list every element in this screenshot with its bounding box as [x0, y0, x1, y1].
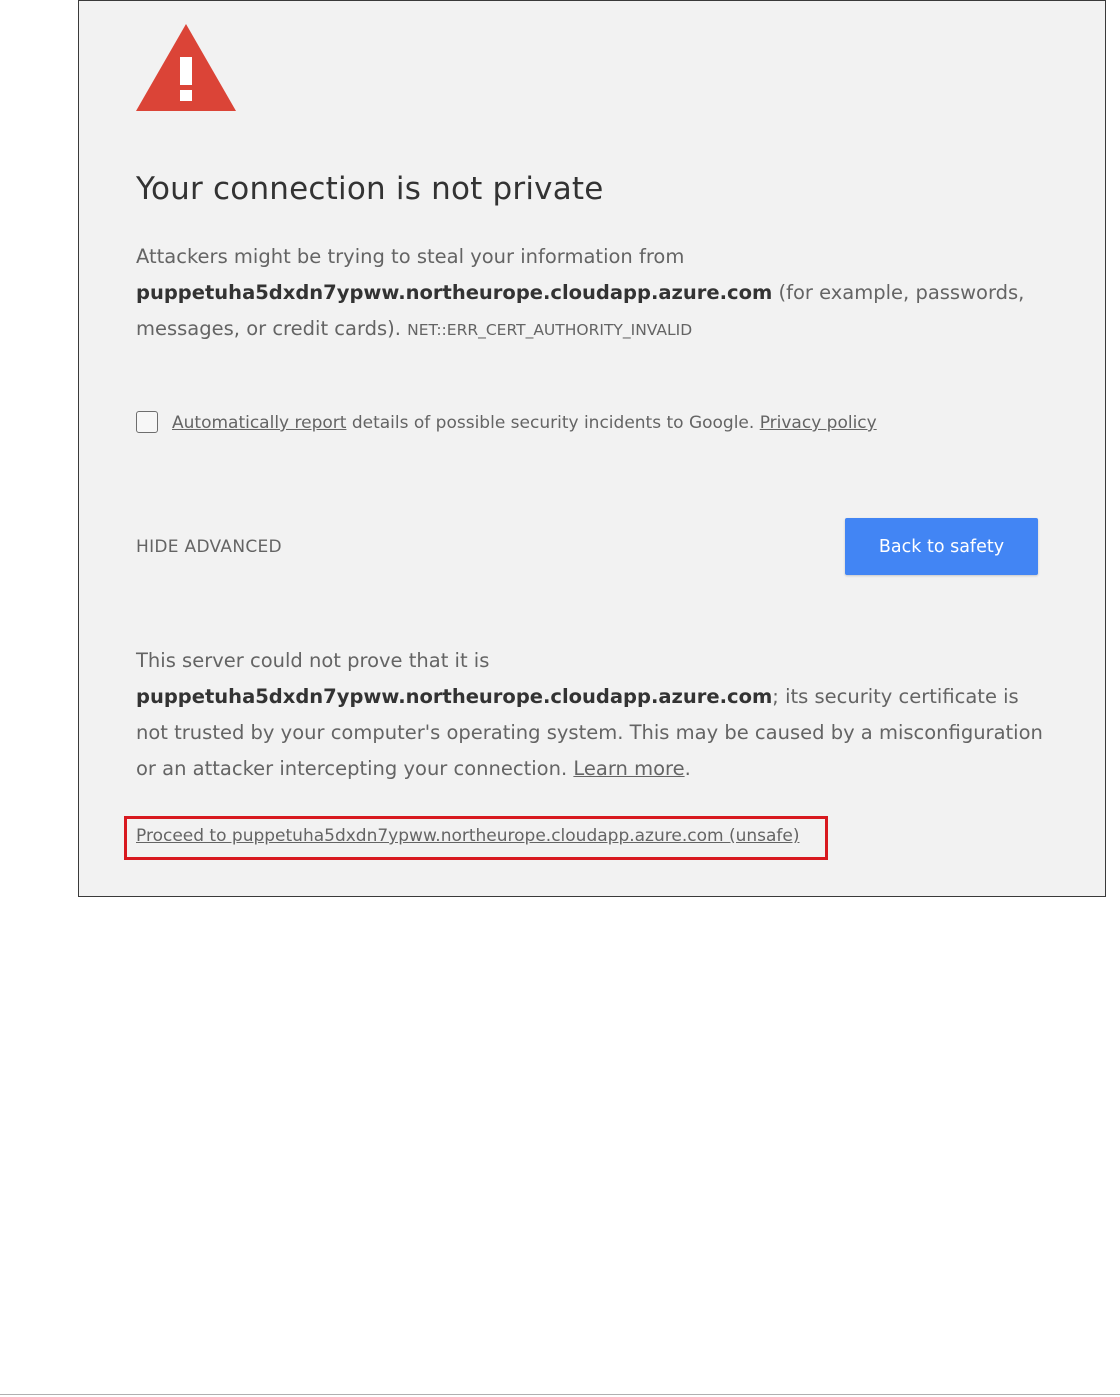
details-domain: puppetuha5dxdn7ypww.northeurope.cloudapp… [136, 685, 773, 708]
back-to-safety-button[interactable]: Back to safety [845, 518, 1038, 575]
warning-triangle-icon [136, 24, 236, 111]
interstitial-page: Your connection is not private Attackers… [78, 0, 1106, 897]
proceed-unsafe-link[interactable]: Proceed to puppetuha5dxdn7ypww.northeuro… [136, 826, 799, 846]
error-code: NET::ERR_CERT_AUTHORITY_INVALID [407, 321, 693, 339]
hide-advanced-button[interactable]: HIDE ADVANCED [136, 537, 282, 557]
report-middle-text: details of possible security incidents t… [346, 413, 760, 433]
learn-more-link[interactable]: Learn more [573, 757, 684, 780]
automatically-report-link[interactable]: Automatically report [172, 413, 346, 433]
details-end: . [684, 757, 691, 780]
bottom-divider [0, 1394, 1120, 1395]
page-title: Your connection is not private [136, 171, 604, 207]
report-text: Automatically report details of possible… [172, 413, 877, 433]
report-option: Automatically report details of possible… [136, 411, 1036, 437]
privacy-policy-link[interactable]: Privacy policy [760, 413, 877, 433]
details-prefix: This server could not prove that it is [136, 649, 490, 672]
intro-domain: puppetuha5dxdn7ypww.northeurope.cloudapp… [136, 281, 773, 304]
report-checkbox[interactable] [136, 411, 158, 433]
details-text: This server could not prove that it is p… [136, 643, 1046, 787]
intro-text: Attackers might be trying to steal your … [136, 239, 1046, 348]
intro-prefix: Attackers might be trying to steal your … [136, 245, 685, 268]
